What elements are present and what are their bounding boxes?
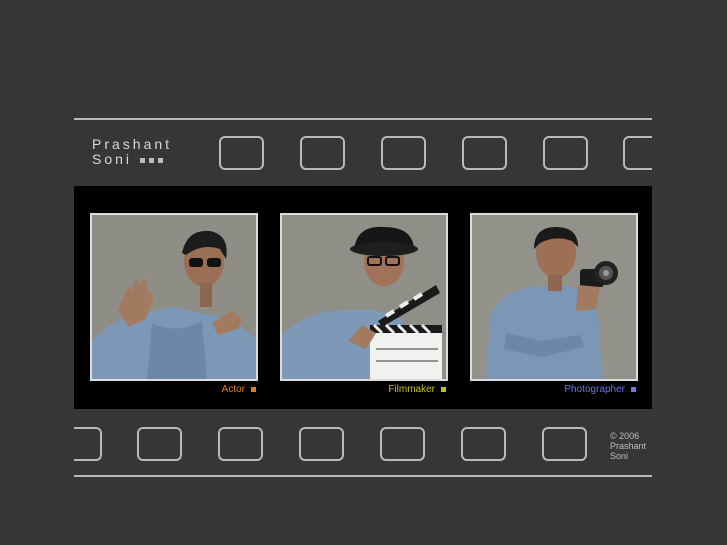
filmmaker-image <box>282 215 446 379</box>
sprocket-hole <box>543 136 588 170</box>
copyright-notice: © 2006 Prashant Soni <box>610 431 647 461</box>
filmmaker-square-icon <box>441 386 446 392</box>
sprocket-hole <box>461 427 506 461</box>
sprocket-hole <box>462 136 507 170</box>
actor-caption[interactable]: Actor <box>74 384 256 395</box>
sprocket-hole <box>74 427 102 461</box>
film-sprockets-top <box>74 136 652 170</box>
actor-square-icon <box>251 386 256 392</box>
sprocket-hole <box>623 136 652 170</box>
film-frame: Actor Filmmaker Photographer <box>74 186 652 409</box>
photographer-photo[interactable] <box>470 213 638 381</box>
photographer-caption[interactable]: Photographer <box>454 384 636 395</box>
sprocket-hole <box>381 136 426 170</box>
photographer-image <box>472 215 636 379</box>
film-sprockets-bottom <box>74 427 652 461</box>
top-rule <box>74 118 652 120</box>
sprocket-hole <box>299 427 344 461</box>
sprocket-hole <box>218 427 263 461</box>
filmmaker-photo[interactable] <box>280 213 448 381</box>
sprocket-hole <box>380 427 425 461</box>
bottom-rule <box>74 475 652 477</box>
actor-photo[interactable] <box>90 213 258 381</box>
filmmaker-caption[interactable]: Filmmaker <box>264 384 446 395</box>
sprocket-hole <box>137 427 182 461</box>
sprocket-hole <box>542 427 587 461</box>
photographer-square-icon <box>631 386 636 392</box>
sprocket-hole <box>219 136 264 170</box>
actor-image <box>92 215 256 379</box>
sprocket-hole <box>300 136 345 170</box>
